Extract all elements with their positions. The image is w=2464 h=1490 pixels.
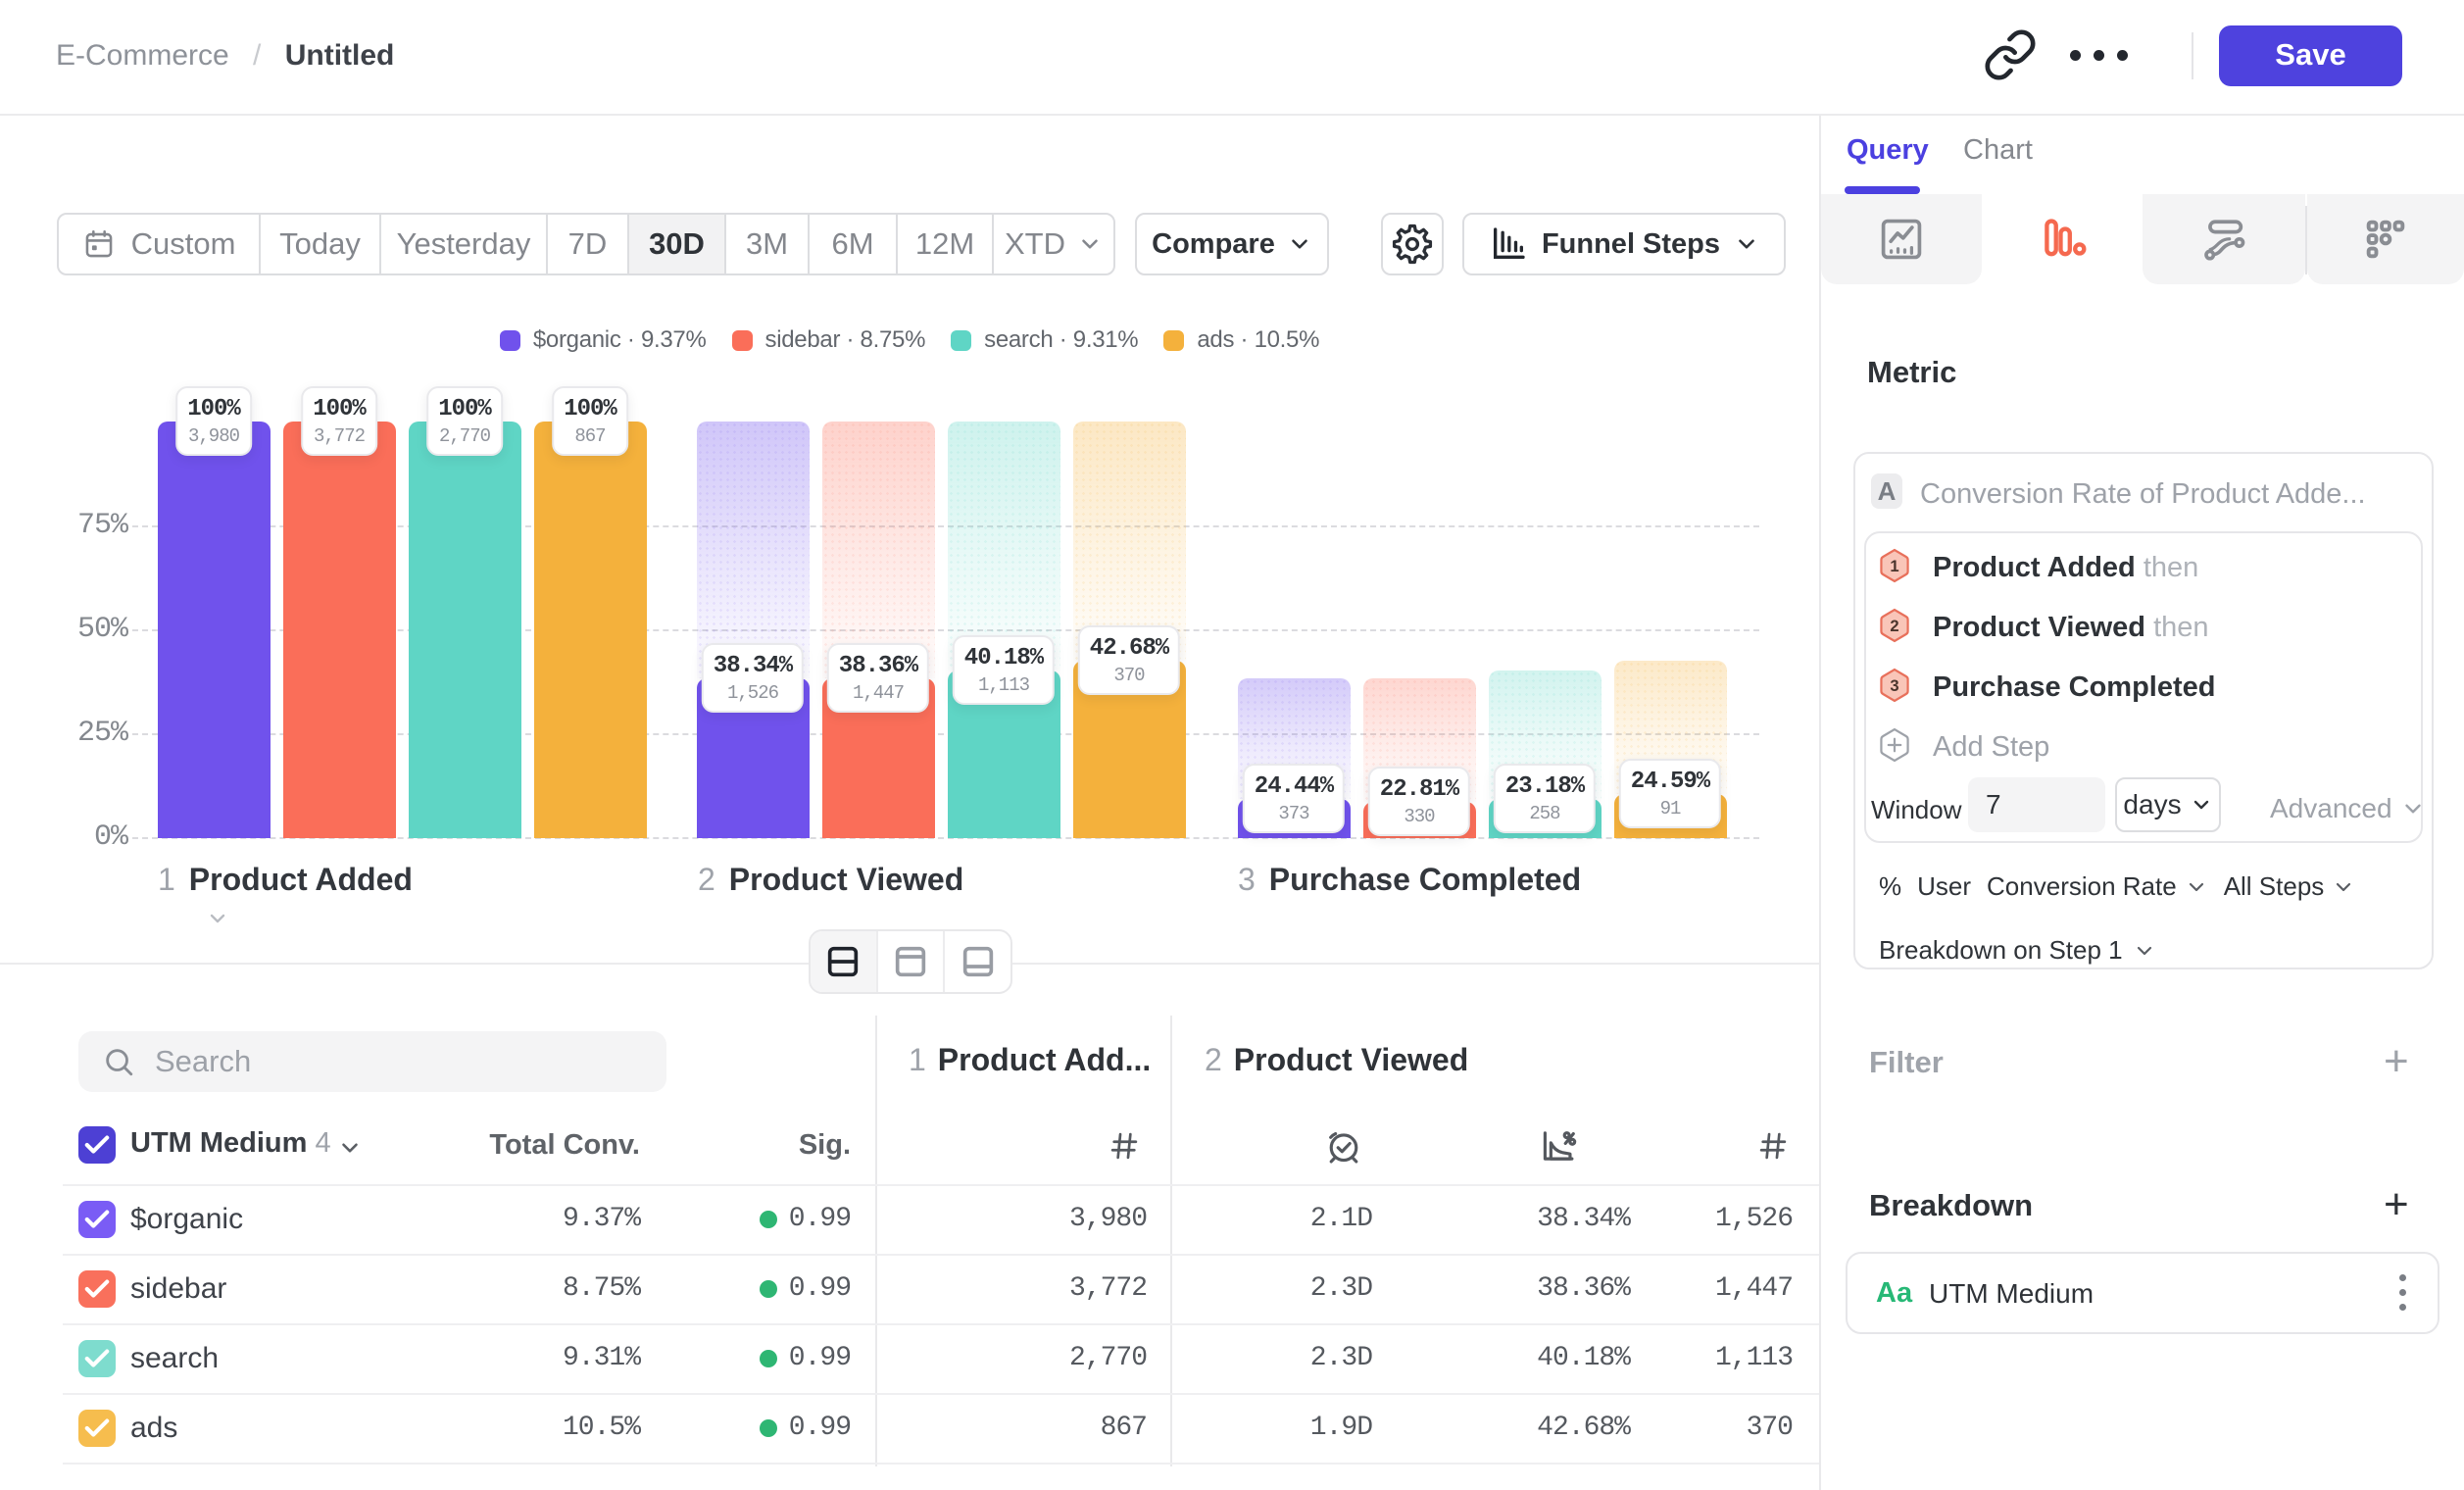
svg-text:3: 3 (1890, 676, 1898, 695)
svg-text:1: 1 (1890, 557, 1898, 575)
svg-text:2: 2 (1890, 617, 1898, 635)
